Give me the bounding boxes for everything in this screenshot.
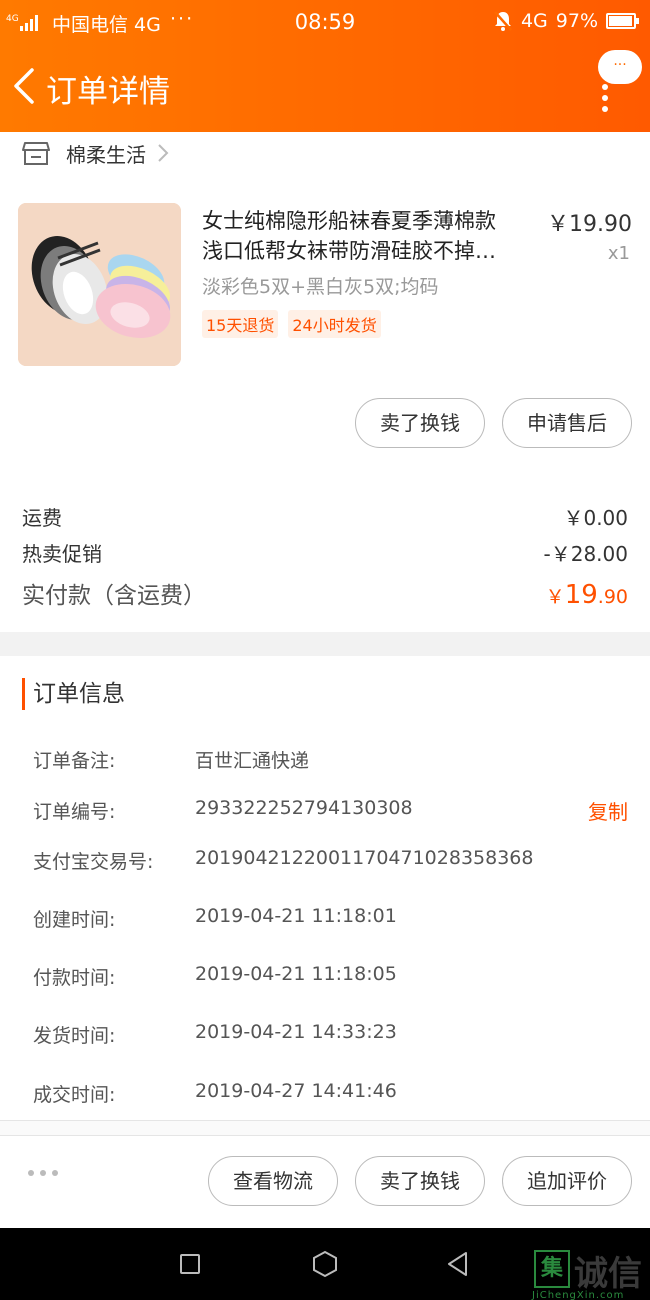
store-icon [22,142,50,165]
system-nav-bar: 集 诚信 JiChengXin.com [0,1228,650,1300]
home-hexagon-icon[interactable] [312,1250,338,1278]
recents-square-icon[interactable] [180,1254,200,1274]
info-value: 2019-04-21 11:18:01 [195,905,397,927]
add-review-button[interactable]: 追加评价 [502,1156,632,1206]
bottom-more-icon[interactable] [28,1170,58,1176]
bottom-separator [0,1120,650,1136]
product-title[interactable]: 女士纯棉隐形船袜春夏季薄棉款 浅口低帮女袜带防滑硅胶不掉… [202,206,532,266]
total-value: ￥19.90 [546,580,628,610]
watermark-text: 诚信 [574,1254,642,1294]
info-label: 成交时间: [33,1084,116,1106]
more-menu-icon[interactable] [602,84,612,117]
network-label: 4G [520,10,548,32]
product-image[interactable] [18,203,181,366]
product-quantity: x1 [607,243,630,264]
watermark-logo: 集 诚信 JiChengXin.com [530,1246,650,1300]
resell-button[interactable]: 卖了换钱 [355,398,485,448]
info-label: 订单备注: [33,750,116,772]
total-row: 实付款（含运费） ￥19.90 [22,576,628,610]
info-value: 293322252794130308 [195,797,413,819]
return-policy-tag: 15天退货 [202,310,279,338]
mute-bell-icon [494,11,512,31]
total-int: 19 [564,580,598,610]
promo-label: 热卖促销 [22,542,102,566]
back-arrow-icon[interactable] [10,66,38,106]
battery-icon [606,13,639,29]
info-value: 百世汇通快递 [195,750,310,772]
info-value: 2019-04-21 11:18:05 [195,963,397,985]
info-label: 付款时间: [33,967,116,989]
app-header: 4G 中国电信 4G ··· 08:59 4G 97% 订单详情 ··· [0,0,650,132]
info-label: 支付宝交易号: [33,851,154,873]
status-right: 4G 97% [493,10,639,32]
product-title-line2: 浅口低帮女袜带防滑硅胶不掉… [202,239,496,263]
nav-bar: 订单详情 ··· [0,50,650,118]
total-label: 实付款（含运费） [22,583,206,609]
shop-name: 棉柔生活 [66,142,146,167]
page-title: 订单详情 [46,74,170,110]
status-bar: 4G 中国电信 4G ··· 08:59 4G 97% [0,0,650,44]
view-logistics-button[interactable]: 查看物流 [208,1156,338,1206]
promo-value: -￥28.00 [543,542,628,566]
back-triangle-icon[interactable] [446,1250,468,1278]
message-bubble-button[interactable]: ··· [598,50,642,84]
total-dec: .90 [597,586,628,608]
order-info-title: 订单信息 [22,678,125,710]
section-divider [0,632,650,656]
shipping-time-tag: 24小时发货 [288,310,381,338]
battery-percent: 97% [555,10,598,32]
shipping-label: 运费 [22,506,62,530]
info-label: 发货时间: [33,1025,116,1047]
product-spec: 淡彩色5双+黑白灰5双;均码 [202,276,439,298]
watermark-box: 集 [534,1250,570,1288]
info-label: 订单编号: [33,801,116,823]
chevron-right-icon [158,144,169,162]
shipping-row: 运费 ￥0.00 [22,502,628,531]
resell-button-bottom[interactable]: 卖了换钱 [355,1156,485,1206]
after-sales-button[interactable]: 申请售后 [502,398,632,448]
copy-order-number-button[interactable]: 复制 [588,796,628,825]
socks-illustration [18,203,181,366]
info-label: 创建时间: [33,909,116,931]
shipping-value: ￥0.00 [563,506,628,530]
product-title-line1: 女士纯棉隐形船袜春夏季薄棉款 [202,209,496,233]
info-value: 2019042122001170471028358368 [195,847,534,869]
shop-link[interactable]: 棉柔生活 [22,138,170,168]
product-price: ￥19.90 [547,212,632,237]
watermark-url: JiChengXin.com [532,1290,625,1300]
promo-row: 热卖促销 -￥28.00 [22,538,628,567]
product-tags: 15天退货 24小时发货 [202,310,381,338]
total-currency: ￥ [545,586,565,608]
info-value: 2019-04-27 14:41:46 [195,1080,397,1102]
info-value: 2019-04-21 14:33:23 [195,1021,397,1043]
